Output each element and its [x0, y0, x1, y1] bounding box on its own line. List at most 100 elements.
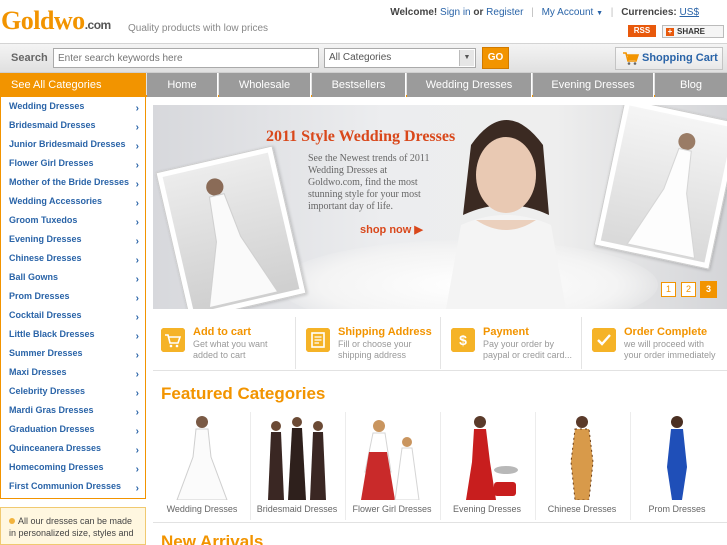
my-account-link[interactable]: My Account — [542, 7, 594, 18]
sidebar-item-wedding-dresses[interactable]: Wedding Dresses › — [1, 99, 145, 118]
sidebar-item-label: Flower Girl Dresses — [9, 158, 94, 168]
hero-banner[interactable]: 2011 Style Wedding Dresses See the Newes… — [153, 105, 727, 309]
banner-page-2[interactable]: 2 — [681, 282, 696, 297]
divider — [295, 317, 296, 369]
sidebar-item-label: Bridesmaid Dresses — [9, 120, 96, 130]
sidebar-item-summer-dresses[interactable]: Summer Dresses › — [1, 346, 145, 365]
sidebar-item-bridesmaid-dresses[interactable]: Bridesmaid Dresses › — [1, 118, 145, 137]
wedding-dress-image — [176, 416, 228, 500]
step-title: Add to cart — [193, 326, 252, 338]
shop-now-link[interactable]: shop now ▶ — [360, 223, 423, 236]
step-desc: we will proceed with your order immediat… — [624, 339, 716, 360]
featured-chinese-dresses[interactable]: Chinese Dresses — [537, 412, 627, 522]
search-input[interactable] — [53, 48, 319, 68]
featured-label: Wedding Dresses — [166, 504, 238, 514]
tab-wholesale[interactable]: Wholesale — [219, 73, 311, 97]
chevron-down-icon: ▼ — [459, 50, 474, 66]
divider — [581, 317, 582, 369]
divider — [440, 317, 441, 369]
chinese-dress-image — [570, 416, 594, 500]
tab-evening-dresses[interactable]: Evening Dresses — [533, 73, 654, 97]
bridesmaid-dress-image — [268, 417, 326, 500]
rss-button[interactable]: RSS — [628, 25, 656, 37]
shopping-cart-button[interactable]: Shopping Cart — [615, 47, 723, 70]
sidebar-item-label: Chinese Dresses — [9, 253, 82, 263]
sidebar-item-label: Mardi Gras Dresses — [9, 405, 94, 415]
sign-in-link[interactable]: Sign in — [440, 7, 471, 18]
see-all-categories[interactable]: See All Categories — [0, 73, 146, 97]
divider — [630, 412, 631, 520]
featured-bridesmaid-dresses[interactable]: Bridesmaid Dresses — [252, 412, 342, 522]
sidebar-item-label: First Communion Dresses — [9, 481, 122, 491]
share-button[interactable]: + SHARE — [662, 25, 724, 38]
dollar-icon: $ — [451, 328, 475, 352]
sidebar-item-first-communion-dresses[interactable]: First Communion Dresses › — [1, 479, 145, 498]
sidebar-item-flower-girl-dresses[interactable]: Flower Girl Dresses › — [1, 156, 145, 175]
chevron-right-icon: › — [135, 388, 139, 399]
sidebar-item-ball-gowns[interactable]: Ball Gowns › — [1, 270, 145, 289]
custom-size-note-text: All our dresses can be made in personali… — [9, 516, 134, 538]
chevron-right-icon: › — [135, 122, 139, 133]
sidebar-item-label: Evening Dresses — [9, 234, 82, 244]
sidebar-item-wedding-accessories[interactable]: Wedding Accessories › — [1, 194, 145, 213]
chevron-right-icon: › — [135, 464, 139, 475]
new-arrivals-title: New Arrivals — [161, 532, 264, 545]
sidebar-item-mardi-gras-dresses[interactable]: Mardi Gras Dresses › — [1, 403, 145, 422]
featured-wedding-dresses[interactable]: Wedding Dresses — [157, 412, 247, 522]
chevron-right-icon: › — [135, 426, 139, 437]
search-bar: Search All Categories ▼ GO Shopping Cart — [0, 43, 727, 73]
logo[interactable]: Goldwo.com — [1, 6, 111, 36]
chevron-right-icon: › — [135, 198, 139, 209]
sidebar-item-label: Summer Dresses — [9, 348, 83, 358]
divider — [535, 412, 536, 520]
currency-selector[interactable]: US$ — [680, 7, 699, 18]
step-title: Shipping Address — [338, 326, 432, 338]
chevron-right-icon: › — [135, 483, 139, 494]
chevron-right-icon: › — [135, 103, 139, 114]
step-shipping-address: Shipping Address Fill or choose your shi… — [298, 315, 443, 371]
register-link[interactable]: Register — [486, 7, 523, 18]
logo-suffix: .com — [84, 18, 112, 32]
chevron-right-icon: › — [135, 331, 139, 342]
chevron-right-icon: › — [135, 255, 139, 266]
logo-text: Goldwo — [1, 6, 85, 35]
sidebar-item-label: Junior Bridesmaid Dresses — [9, 139, 126, 149]
sidebar-item-graduation-dresses[interactable]: Graduation Dresses › — [1, 422, 145, 441]
share-label: SHARE — [677, 27, 706, 36]
sidebar-item-label: Wedding Accessories — [9, 196, 103, 206]
featured-prom-dresses[interactable]: Prom Dresses — [632, 412, 722, 522]
welcome-text: Welcome! — [390, 7, 438, 18]
featured-evening-dresses[interactable]: Evening Dresses — [442, 412, 532, 522]
featured-flower-girl-dresses[interactable]: Flower Girl Dresses — [347, 412, 437, 522]
banner-page-1[interactable]: 1 — [661, 282, 676, 297]
sidebar-item-homecoming-dresses[interactable]: Homecoming Dresses › — [1, 460, 145, 479]
divider — [345, 412, 346, 520]
tab-bestsellers[interactable]: Bestsellers — [312, 73, 406, 97]
banner-page-3[interactable]: 3 — [700, 281, 717, 298]
sidebar-item-junior-bridesmaid-dresses[interactable]: Junior Bridesmaid Dresses › — [1, 137, 145, 156]
tab-blog[interactable]: Blog — [655, 73, 727, 97]
sidebar-item-maxi-dresses[interactable]: Maxi Dresses › — [1, 365, 145, 384]
step-add-to-cart: Add to cart Get what you want added to c… — [153, 315, 298, 371]
sidebar-item-mother-of-the-bride-dresses[interactable]: Mother of the Bride Dresses › — [1, 175, 145, 194]
step-desc: Get what you want added to cart — [193, 339, 268, 360]
sidebar-item-celebrity-dresses[interactable]: Celebrity Dresses › — [1, 384, 145, 403]
sidebar-item-prom-dresses[interactable]: Prom Dresses › — [1, 289, 145, 308]
banner-text: See the Newest trends of 2011 Wedding Dr… — [308, 153, 430, 212]
chevron-right-icon: › — [135, 160, 139, 171]
sidebar-item-cocktail-dresses[interactable]: Cocktail Dresses › — [1, 308, 145, 327]
sidebar-item-quinceanera-dresses[interactable]: Quinceanera Dresses › — [1, 441, 145, 460]
bride-photo-right — [593, 105, 727, 270]
chevron-right-icon: › — [135, 179, 139, 190]
tab-wedding-dresses[interactable]: Wedding Dresses — [407, 73, 532, 97]
sidebar-item-little-black-dresses[interactable]: Little Black Dresses › — [1, 327, 145, 346]
chevron-right-icon: › — [135, 274, 139, 285]
category-select[interactable]: All Categories ▼ — [324, 48, 476, 68]
chevron-right-icon: › — [135, 369, 139, 380]
go-button[interactable]: GO — [482, 47, 509, 69]
tab-home[interactable]: Home — [147, 73, 218, 97]
shopping-cart-icon — [623, 52, 639, 65]
sidebar-item-groom-tuxedos[interactable]: Groom Tuxedos › — [1, 213, 145, 232]
sidebar-item-evening-dresses[interactable]: Evening Dresses › — [1, 232, 145, 251]
sidebar-item-chinese-dresses[interactable]: Chinese Dresses › — [1, 251, 145, 270]
